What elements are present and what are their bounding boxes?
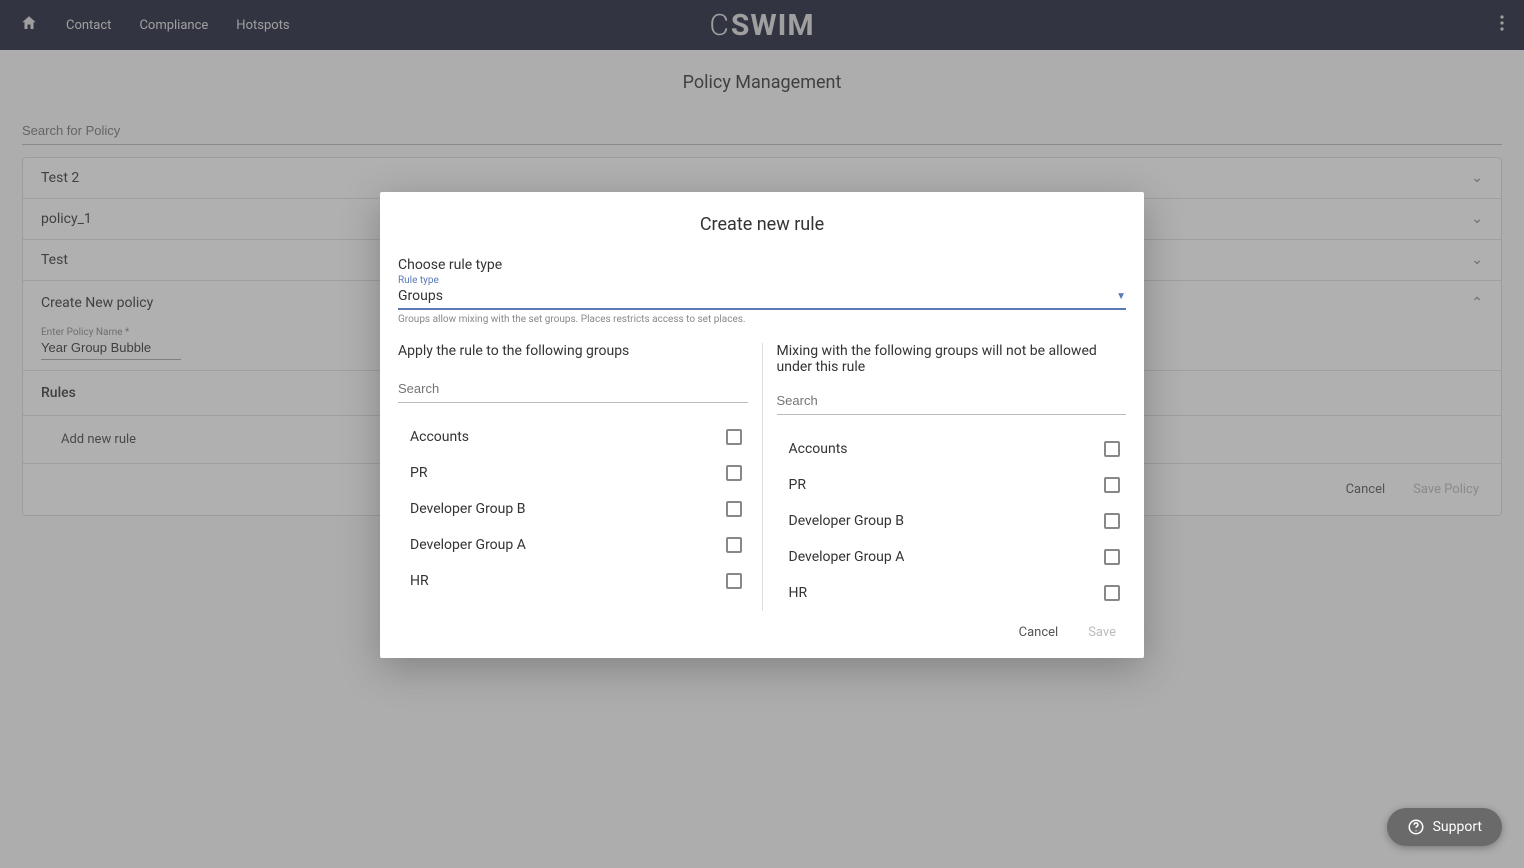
modal-overlay: Create new rule Choose rule type Rule ty… (0, 0, 1524, 868)
group-name: HR (410, 573, 429, 589)
group-name: Developer Group A (789, 549, 905, 565)
group-row[interactable]: HR (777, 575, 1127, 611)
rule-type-select[interactable]: Groups ▼ (398, 286, 1126, 310)
group-row[interactable]: PR (398, 455, 748, 491)
create-rule-modal: Create new rule Choose rule type Rule ty… (380, 192, 1144, 658)
checkbox[interactable] (726, 501, 742, 517)
restrict-groups-search[interactable] (777, 391, 1127, 415)
group-name: PR (789, 477, 806, 493)
checkbox[interactable] (726, 465, 742, 481)
restrict-groups-column: Mixing with the following groups will no… (762, 343, 1127, 611)
rule-type-hint: Groups allow mixing with the set groups.… (398, 314, 1126, 325)
modal-save-button[interactable]: Save (1088, 625, 1116, 640)
support-button[interactable]: Support (1387, 808, 1502, 846)
checkbox[interactable] (1104, 585, 1120, 601)
group-name: Developer Group B (789, 513, 904, 529)
group-name: Accounts (789, 441, 848, 457)
apply-groups-title: Apply the rule to the following groups (398, 343, 748, 363)
apply-groups-column: Apply the rule to the following groups A… (398, 343, 762, 611)
group-row[interactable]: Accounts (777, 431, 1127, 467)
checkbox[interactable] (1104, 513, 1120, 529)
checkbox[interactable] (726, 537, 742, 553)
support-label: Support (1433, 819, 1482, 835)
checkbox[interactable] (726, 573, 742, 589)
group-row[interactable]: Developer Group B (398, 491, 748, 527)
choose-rule-type-label: Choose rule type (398, 257, 1126, 273)
group-name: Developer Group B (410, 501, 525, 517)
group-row[interactable]: Accounts (398, 419, 748, 455)
modal-title: Create new rule (380, 214, 1144, 235)
checkbox[interactable] (1104, 549, 1120, 565)
restrict-groups-title: Mixing with the following groups will no… (777, 343, 1127, 375)
group-row[interactable]: Developer Group A (777, 539, 1127, 575)
group-row[interactable]: HR (398, 563, 748, 599)
checkbox[interactable] (726, 429, 742, 445)
checkbox[interactable] (1104, 477, 1120, 493)
modal-actions: Cancel Save (380, 611, 1144, 640)
group-name: Accounts (410, 429, 469, 445)
group-name: Developer Group A (410, 537, 526, 553)
group-name: PR (410, 465, 427, 481)
group-row[interactable]: Developer Group B (777, 503, 1127, 539)
help-icon (1407, 818, 1425, 836)
group-name: HR (789, 585, 808, 601)
group-row[interactable]: PR (777, 467, 1127, 503)
rule-type-value: Groups (398, 288, 443, 304)
apply-groups-search[interactable] (398, 379, 748, 403)
rule-type-field-label: Rule type (398, 275, 1126, 286)
dropdown-arrow-icon: ▼ (1116, 291, 1126, 302)
checkbox[interactable] (1104, 441, 1120, 457)
group-row[interactable]: Developer Group A (398, 527, 748, 563)
modal-cancel-button[interactable]: Cancel (1019, 625, 1059, 640)
